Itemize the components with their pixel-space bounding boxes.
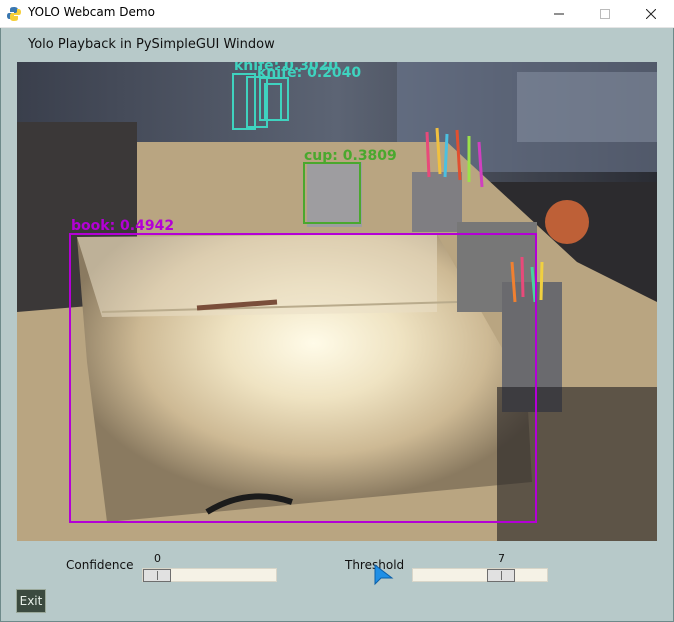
title-bar[interactable]: YOLO Webcam Demo	[0, 0, 674, 28]
threshold-value: 7	[498, 552, 505, 565]
webcam-image: book: 0.4942 cup: 0.3809 knife: 0.2040 k…	[17, 62, 657, 541]
close-button[interactable]	[628, 0, 674, 28]
confidence-value: 0	[154, 552, 161, 565]
detection-label-book: book: 0.4942	[71, 218, 174, 234]
threshold-slider[interactable]	[412, 568, 548, 582]
header-label: Yolo Playback in PySimpleGUI Window	[28, 37, 275, 52]
python-icon	[6, 6, 22, 22]
confidence-slider-thumb[interactable]	[143, 569, 171, 582]
pointer-cursor-icon	[374, 564, 394, 586]
minimize-icon	[554, 13, 564, 15]
confidence-slider[interactable]	[142, 568, 277, 582]
window-title: YOLO Webcam Demo	[28, 5, 155, 19]
maximize-button[interactable]	[582, 0, 628, 28]
threshold-slider-thumb[interactable]	[487, 569, 515, 582]
exit-button[interactable]: Exit	[16, 589, 46, 613]
detection-label-knife-2: knife: 0.3020	[234, 62, 338, 74]
confidence-label: Confidence	[66, 558, 134, 572]
maximize-icon	[600, 9, 610, 19]
detection-label-cup: cup: 0.3809	[304, 148, 397, 164]
close-icon	[646, 9, 656, 19]
minimize-button[interactable]	[536, 0, 582, 28]
video-frame: book: 0.4942 cup: 0.3809 knife: 0.2040 k…	[17, 62, 657, 541]
